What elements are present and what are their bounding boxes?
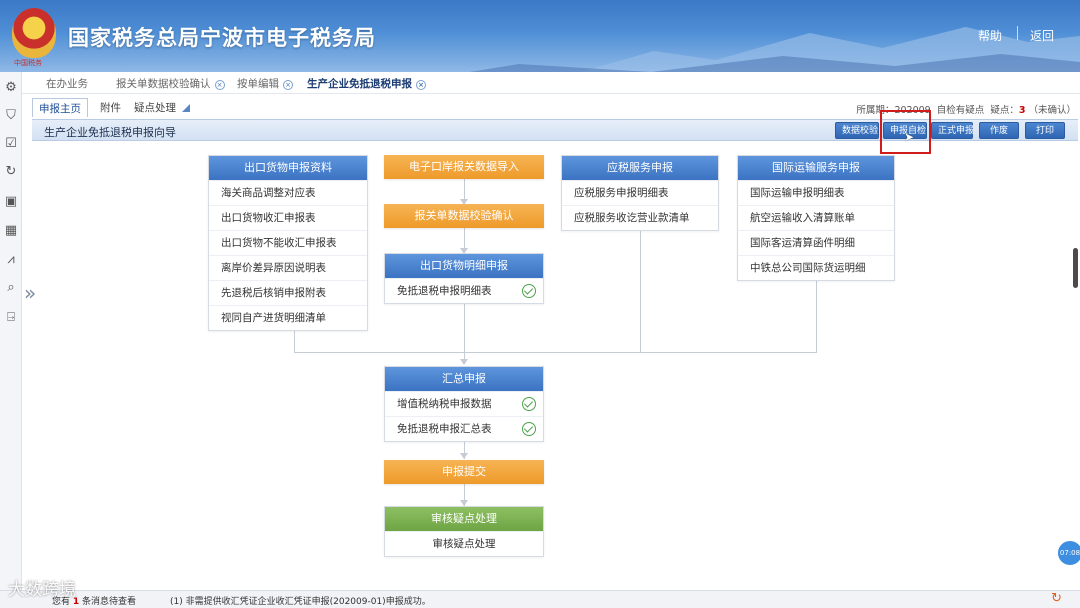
clipboard-check-icon[interactable]: ☑	[3, 136, 19, 152]
app-header: 中国税务 国家税务总局宁波市电子税务局 帮助 返回	[0, 0, 1080, 72]
message-footer: 您有 1 条消息待查看 (1) 非需提供收汇凭证企业收汇凭证申报(202009-…	[0, 590, 1080, 608]
item-label: 增值税纳税申报数据	[397, 398, 492, 410]
connector	[294, 352, 817, 353]
close-tab-icon[interactable]: ×	[416, 80, 426, 90]
service-header[interactable]: 应税服务申报	[562, 156, 718, 180]
corner-marker	[182, 104, 190, 112]
tab-strip: 在办业务 报关单数据校验确认 × 按单编辑 × 生产企业免抵退税申报 ×	[22, 72, 1080, 94]
summary-item[interactable]: 增值税纳税申报数据	[385, 391, 543, 416]
summary-item[interactable]: 免抵退税申报汇总表	[385, 416, 543, 441]
service-item[interactable]: 应税服务收讫营业款清单	[562, 205, 718, 230]
export-goods-header[interactable]: 出口货物申报资料	[209, 156, 367, 180]
check-icon	[522, 397, 536, 411]
data-validate-button[interactable]: 数据校验	[835, 122, 879, 139]
tab-label: 按单编辑	[237, 78, 279, 90]
subtab-doubt-handling[interactable]: 疑点处理	[128, 98, 182, 117]
help-link[interactable]: 帮助	[978, 27, 1002, 44]
msg-suffix: 条消息待查看	[82, 597, 137, 607]
watermark-logo: 大数跨境	[8, 580, 76, 600]
export-detail-header[interactable]: 出口货物明细申报	[385, 254, 543, 278]
service-card: 应税服务申报 应税服务申报明细表 应税服务收讫营业款清单	[561, 155, 719, 231]
subtab-attachments[interactable]: 附件	[94, 98, 127, 117]
summary-header[interactable]: 汇总申报	[385, 367, 543, 391]
search-icon[interactable]: ⌕	[3, 280, 19, 296]
service-item[interactable]: 应税服务申报明细表	[562, 180, 718, 205]
intl-transport-header[interactable]: 国际运输服务申报	[738, 156, 894, 180]
calendar-icon[interactable]: ▦	[3, 223, 19, 239]
tab-label: 在办业务	[46, 78, 88, 90]
arrow-down-icon	[460, 453, 468, 459]
review-header[interactable]: 审核疑点处理	[385, 507, 543, 531]
intl-transport-card: 国际运输服务申报 国际运输申报明细表 航空运输收入清算账单 国际客运清算函件明细…	[737, 155, 895, 281]
review-item[interactable]: 审核疑点处理	[385, 531, 543, 556]
back-link[interactable]: 返回	[1030, 27, 1054, 44]
tax-emblem-icon	[12, 8, 56, 58]
briefcase-icon[interactable]: ▣	[3, 194, 19, 210]
scrollbar-thumb[interactable]	[1073, 248, 1078, 288]
connector	[816, 278, 817, 353]
doubt-label: 疑点：	[990, 105, 1019, 116]
export-detail-card: 出口货物明细申报 免抵退税申报明细表	[384, 253, 544, 304]
review-card: 审核疑点处理 审核疑点处理	[384, 506, 544, 557]
left-icon-rail: ⚙ ⛉ ☑ ↻ ▣ ▦ ⩘ ⌕ ⍈	[0, 72, 22, 592]
export-goods-item[interactable]: 先退税后核销申报附表	[209, 280, 367, 305]
subtab-home[interactable]: 申报主页	[32, 98, 88, 117]
customs-import-button[interactable]: 电子口岸报关数据导入	[384, 155, 544, 179]
intl-transport-item[interactable]: 中铁总公司国际货运明细	[738, 255, 894, 280]
tab-refund-declaration[interactable]: 生产企业免抵退税申报 ×	[307, 76, 426, 91]
close-tab-icon[interactable]: ×	[214, 80, 225, 90]
intl-transport-item[interactable]: 航空运输收入清算账单	[738, 205, 894, 230]
export-goods-item[interactable]: 海关商品调整对应表	[209, 180, 367, 205]
clock-badge[interactable]: 07:08	[1058, 541, 1080, 565]
refresh-icon[interactable]: ↻	[1051, 591, 1062, 606]
export-goods-item[interactable]: 视同自产进货明细清单	[209, 305, 367, 330]
emblem-caption: 中国税务	[14, 59, 42, 67]
tab-label: 生产企业免抵退税申报	[307, 78, 412, 90]
tab-edit-by-form[interactable]: 按单编辑 ×	[237, 76, 293, 91]
latest-message: (1) 非需提供收汇凭证企业收汇凭证申报(202009-01)申报成功。	[170, 597, 431, 607]
tab-customs-confirm[interactable]: 报关单数据校验确认 ×	[116, 76, 225, 91]
connector	[640, 229, 641, 353]
header-divider	[1017, 26, 1018, 40]
intl-transport-item[interactable]: 国际运输申报明细表	[738, 180, 894, 205]
self-check-label: 自检有疑点	[936, 105, 985, 116]
tab-label: 报关单数据校验确认	[116, 78, 211, 90]
print-button[interactable]: 打印	[1025, 122, 1065, 139]
doubt-count: 3	[1018, 105, 1026, 116]
formal-declare-button[interactable]: 正式申报	[931, 122, 974, 139]
export-goods-card: 出口货物申报资料 海关商品调整对应表 出口货物收汇申报表 出口货物不能收汇申报表…	[208, 155, 368, 331]
exit-icon[interactable]: ⍈	[3, 310, 19, 326]
refresh-search-icon[interactable]: ↻	[3, 164, 19, 180]
intl-transport-item[interactable]: 国际客运清算函件明细	[738, 230, 894, 255]
item-label: 免抵退税申报汇总表	[397, 423, 492, 435]
check-icon	[522, 284, 536, 298]
shield-check-icon[interactable]: ⛉	[3, 108, 19, 124]
export-goods-item[interactable]: 离岸价差异原因说明表	[209, 255, 367, 280]
export-detail-item[interactable]: 免抵退税申报明细表	[385, 278, 543, 303]
guide-title: 生产企业免抵退税申报向导	[44, 126, 176, 139]
customs-confirm-button[interactable]: 报关单数据校验确认	[384, 204, 544, 228]
export-goods-item[interactable]: 出口货物不能收汇申报表	[209, 230, 367, 255]
unconfirmed-note: （未确认）	[1028, 105, 1076, 116]
item-label: 免抵退税申报明细表	[397, 285, 492, 297]
chart-icon[interactable]: ⩘	[3, 252, 19, 268]
check-icon	[522, 422, 536, 436]
export-goods-item[interactable]: 出口货物收汇申报表	[209, 205, 367, 230]
expand-sidebar-icon[interactable]: »	[24, 275, 40, 311]
submit-declaration-button[interactable]: 申报提交	[384, 460, 544, 484]
arrow-down-icon	[460, 359, 468, 365]
void-button[interactable]: 作废	[979, 122, 1019, 139]
summary-card: 汇总申报 增值税纳税申报数据 免抵退税申报汇总表	[384, 366, 544, 442]
close-tab-icon[interactable]: ×	[283, 80, 293, 90]
site-title: 国家税务总局宁波市电子税务局	[68, 26, 376, 50]
settings-icon[interactable]: ⚙	[3, 80, 19, 96]
tab-in-progress[interactable]: 在办业务	[46, 76, 88, 91]
mouse-cursor-icon: ➤	[904, 130, 915, 144]
